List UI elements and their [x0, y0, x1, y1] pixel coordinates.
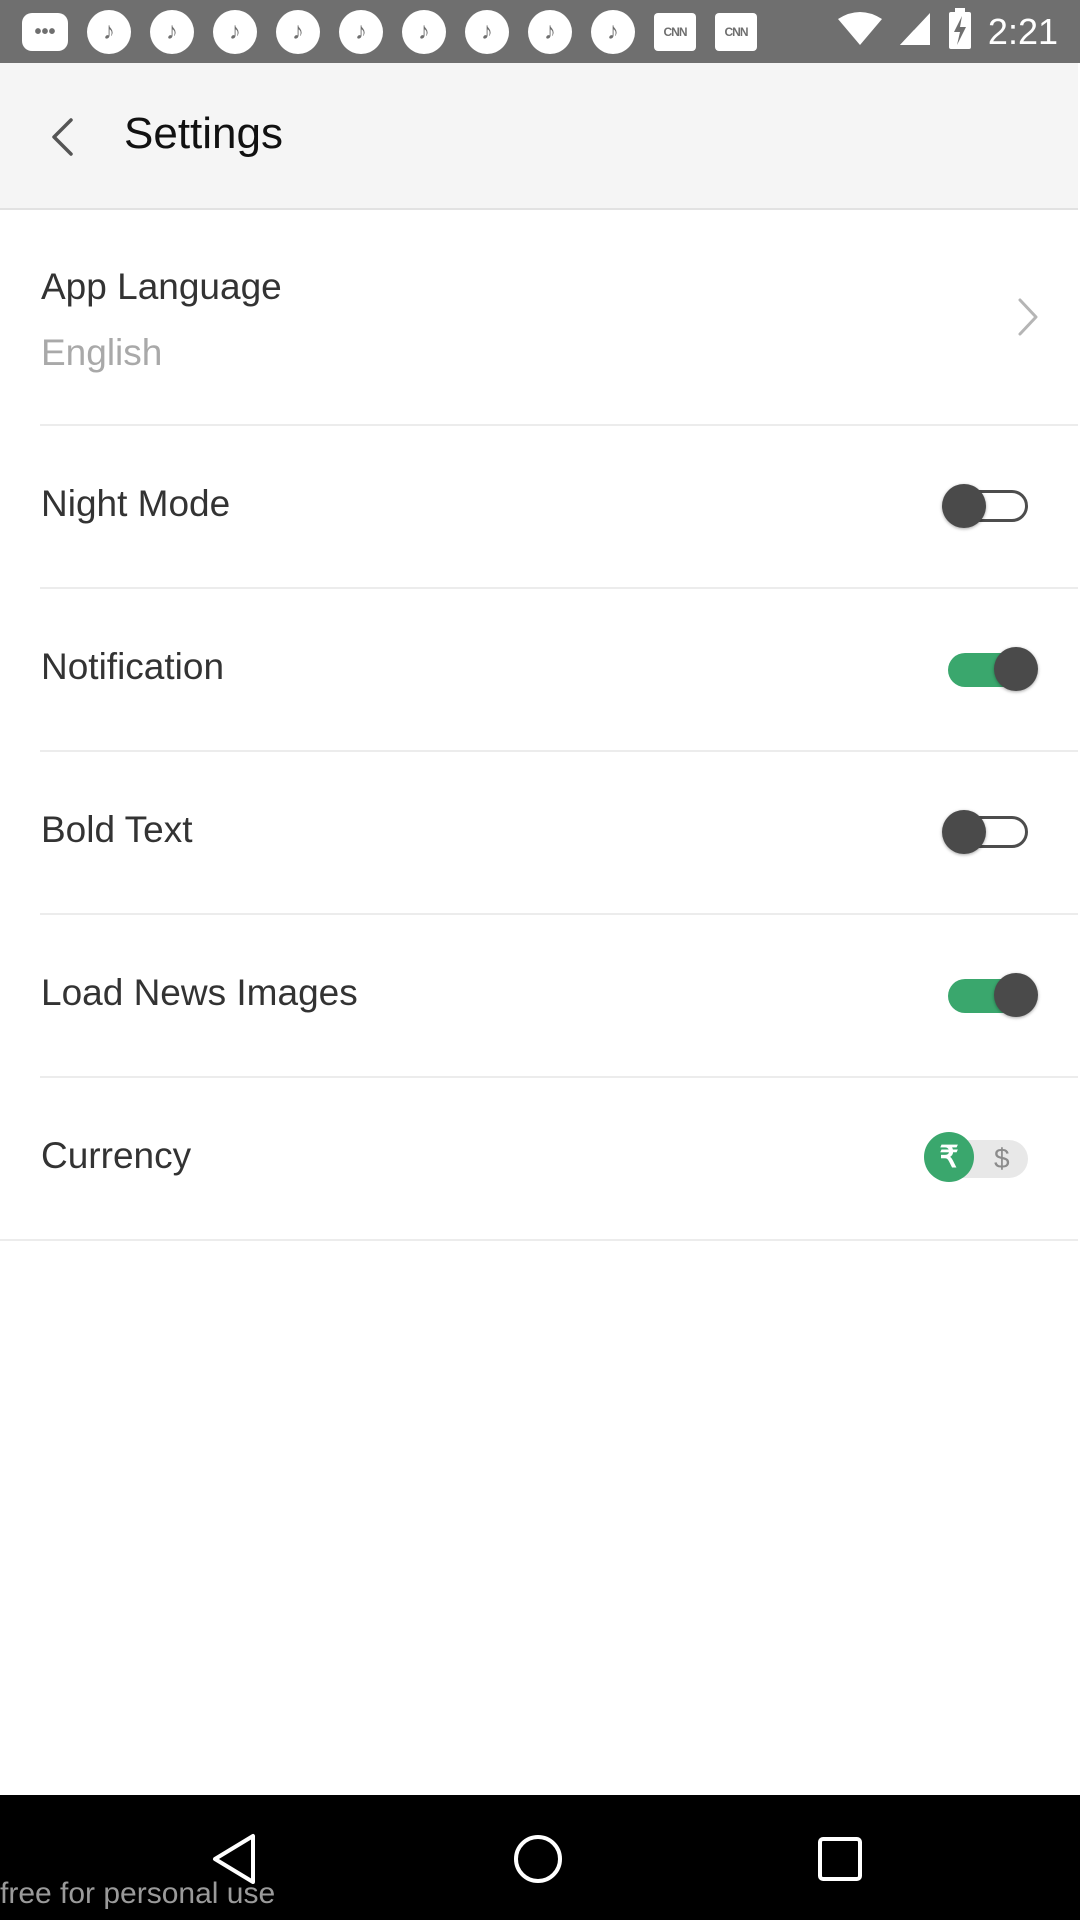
toggle-thumb	[994, 973, 1038, 1017]
clock: 2:21	[987, 10, 1058, 52]
currency-switch[interactable]: $ ₹	[924, 1132, 1028, 1182]
setting-label: Night Mode	[41, 483, 231, 524]
chevron-left-icon	[52, 118, 73, 156]
bold-text-toggle[interactable]	[942, 810, 1032, 854]
music-app-icon: ♪	[465, 10, 509, 54]
news-app-icon: CNN	[654, 13, 696, 51]
settings-screen: ••• ♪ ♪ ♪ ♪ ♪ ♪ ♪ ♪ ♪ CNN CNN 2:21 Setti…	[0, 0, 1080, 1920]
load-news-images-toggle[interactable]	[948, 973, 1038, 1017]
square-recents-icon	[818, 1837, 862, 1881]
page-title: Settings	[124, 109, 283, 158]
setting-currency: Currency $ ₹	[0, 1078, 1078, 1241]
music-app-icon: ♪	[402, 10, 446, 54]
back-button[interactable]	[30, 105, 94, 169]
music-app-icon: ♪	[339, 10, 383, 54]
toggle-thumb	[994, 647, 1038, 691]
battery-charging-icon	[948, 8, 972, 55]
circle-home-icon	[514, 1835, 562, 1883]
system-status: 2:21	[822, 0, 1058, 63]
toggle-thumb	[942, 484, 986, 528]
status-bar: ••• ♪ ♪ ♪ ♪ ♪ ♪ ♪ ♪ ♪ CNN CNN 2:21	[0, 0, 1080, 63]
signal-icon	[898, 11, 932, 52]
setting-load-news-images: Load News Images	[0, 915, 1078, 1078]
music-app-icon: ♪	[276, 10, 320, 54]
divider	[0, 1239, 1078, 1241]
setting-label: Bold Text	[41, 809, 193, 850]
message-icon: •••	[22, 13, 68, 51]
music-app-icon: ♪	[87, 10, 131, 54]
toggle-thumb	[942, 810, 986, 854]
setting-label: Notification	[41, 646, 225, 687]
notification-toggle[interactable]	[948, 647, 1038, 691]
setting-value: English	[41, 332, 163, 373]
settings-list: App Language English Night Mode Notifica…	[0, 210, 1078, 1241]
notification-icons: ••• ♪ ♪ ♪ ♪ ♪ ♪ ♪ ♪ ♪ CNN CNN	[22, 10, 776, 54]
wifi-icon	[837, 11, 882, 52]
setting-app-language[interactable]: App Language English	[0, 210, 1078, 426]
setting-label: App Language	[41, 266, 282, 307]
watermark-text: free for personal use	[0, 1877, 276, 1910]
music-app-icon: ♪	[150, 10, 194, 54]
music-app-icon: ♪	[591, 10, 635, 54]
setting-night-mode: Night Mode	[0, 426, 1078, 589]
night-mode-toggle[interactable]	[942, 484, 1032, 528]
nav-home-button[interactable]	[508, 1829, 568, 1889]
music-app-icon: ♪	[213, 10, 257, 54]
setting-label: Load News Images	[41, 972, 358, 1013]
nav-recents-button[interactable]	[810, 1829, 870, 1889]
dollar-option: $	[994, 1143, 1010, 1174]
app-bar: Settings	[0, 63, 1078, 210]
setting-bold-text: Bold Text	[0, 752, 1078, 915]
setting-label: Currency	[41, 1135, 192, 1176]
news-app-icon: CNN	[715, 13, 757, 51]
rupee-option: ₹	[924, 1132, 974, 1182]
music-app-icon: ♪	[528, 10, 572, 54]
navigation-bar: free for personal use	[0, 1795, 1080, 1920]
setting-notification: Notification	[0, 589, 1078, 752]
chevron-right-icon	[1008, 292, 1048, 342]
